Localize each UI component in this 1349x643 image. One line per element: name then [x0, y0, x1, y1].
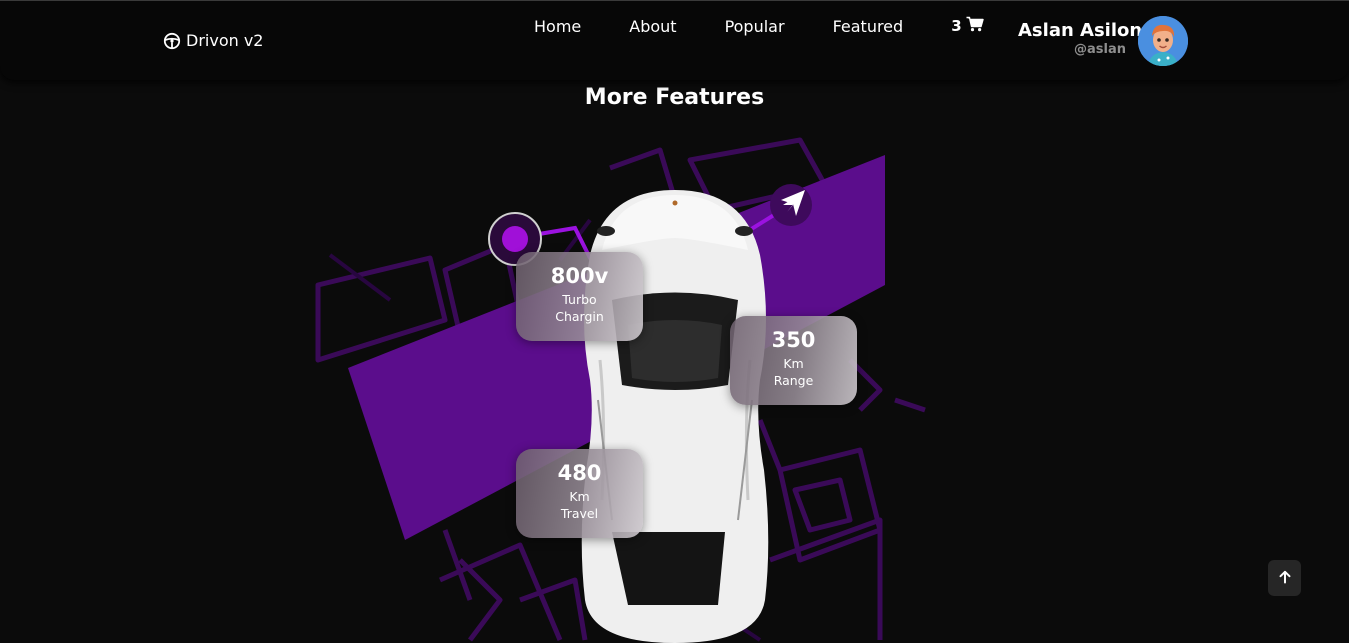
stat-label-line1: Turbo — [562, 292, 597, 307]
nav-popular[interactable]: Popular — [725, 17, 785, 36]
user-handle: @aslan — [1074, 42, 1126, 57]
car-map-illustration — [315, 137, 926, 643]
nav-featured[interactable]: Featured — [833, 17, 904, 36]
stat-label-line2: Travel — [560, 506, 599, 521]
stat-value: 480 — [557, 461, 602, 485]
stat-label-line1: Km — [569, 489, 590, 504]
stat-value: 350 — [771, 328, 816, 352]
steering-wheel-icon — [163, 32, 181, 50]
stat-card-charging: 800v Turbo Chargin — [516, 252, 643, 341]
stat-label-line2: Range — [773, 373, 814, 388]
stat-label-line1: Km — [783, 356, 804, 371]
stat-card-range: 350 Km Range — [730, 316, 857, 405]
brand-logo[interactable]: Drivon v2 — [163, 31, 263, 50]
user-name: Aslan Asilon — [1018, 20, 1143, 41]
stat-label-line2: Chargin — [555, 309, 604, 324]
scroll-top-button[interactable] — [1268, 560, 1301, 596]
cart-count: 3 — [951, 16, 962, 35]
brand-name: Drivon v2 — [186, 31, 264, 50]
stat-card-travel: 480 Km Travel — [516, 449, 643, 538]
cart-icon — [966, 16, 984, 36]
avatar[interactable] — [1138, 16, 1188, 66]
nav-home[interactable]: Home — [534, 17, 581, 36]
nav-about[interactable]: About — [629, 17, 676, 36]
arrow-up-icon — [1278, 569, 1292, 588]
user-info: Aslan Asilon @aslan — [1018, 20, 1143, 57]
features-section: More Features 800v Turbo Chargin 350 Km … — [0, 0, 1349, 643]
top-navbar: Drivon v2 Home About Popular Featured 3 … — [0, 0, 1349, 80]
main-nav: Home About Popular Featured 3 — [534, 16, 984, 36]
stat-value: 800v — [550, 264, 609, 288]
cart-button[interactable]: 3 — [951, 16, 984, 36]
